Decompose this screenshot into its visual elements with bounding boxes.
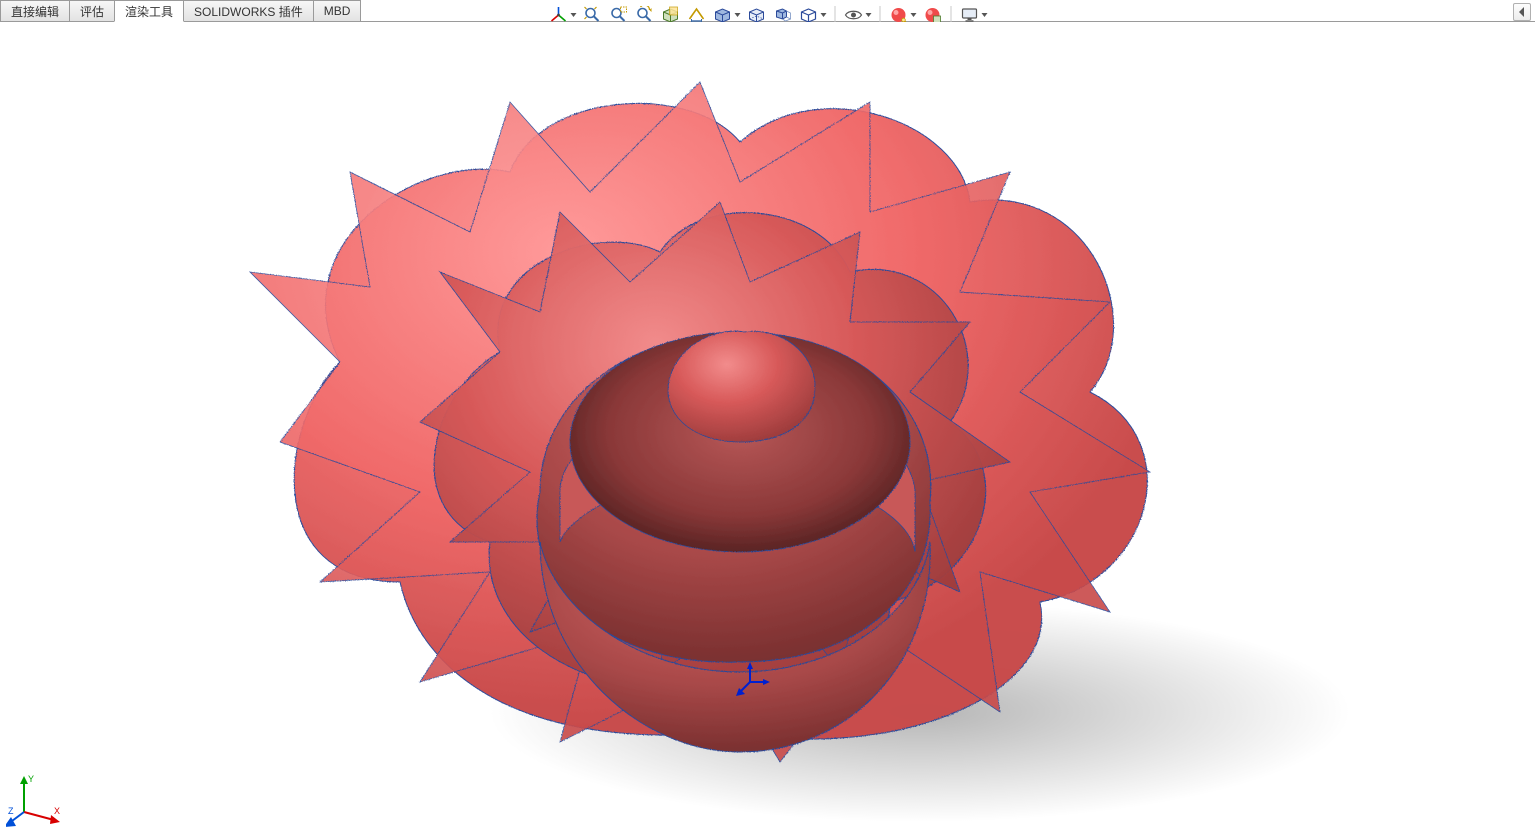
view-orientation-triad[interactable]: Y X Z xyxy=(6,770,66,830)
tab-render-tools[interactable]: 渲染工具 xyxy=(114,0,184,22)
model-rose xyxy=(0,22,1535,832)
command-manager-tabs: 直接编辑 评估 渲染工具 SOLIDWORKS 插件 MBD xyxy=(0,0,360,22)
tab-label: SOLIDWORKS 插件 xyxy=(194,3,303,20)
tab-label: 直接编辑 xyxy=(11,3,59,20)
triad-z-label: Z xyxy=(8,806,14,816)
task-pane-expand-button[interactable] xyxy=(1513,3,1531,21)
tab-label: MBD xyxy=(324,4,351,18)
tab-direct-edit[interactable]: 直接编辑 xyxy=(0,0,70,22)
graphics-viewport[interactable]: Y X Z xyxy=(0,22,1535,832)
chevron-down-icon xyxy=(865,13,871,17)
chevron-down-icon xyxy=(734,13,740,17)
tab-mbd[interactable]: MBD xyxy=(313,0,362,22)
chevron-left-icon xyxy=(1518,7,1526,17)
tab-solidworks-addins[interactable]: SOLIDWORKS 插件 xyxy=(183,0,314,22)
triad-x-label: X xyxy=(54,806,60,816)
chevron-down-icon xyxy=(910,13,916,17)
chevron-down-icon xyxy=(981,13,987,17)
tab-label: 渲染工具 xyxy=(125,3,173,20)
tab-evaluate[interactable]: 评估 xyxy=(69,0,115,22)
triad-y-label: Y xyxy=(28,774,34,784)
tab-label: 评估 xyxy=(80,3,104,20)
chevron-down-icon xyxy=(570,13,576,17)
chevron-down-icon xyxy=(820,13,826,17)
